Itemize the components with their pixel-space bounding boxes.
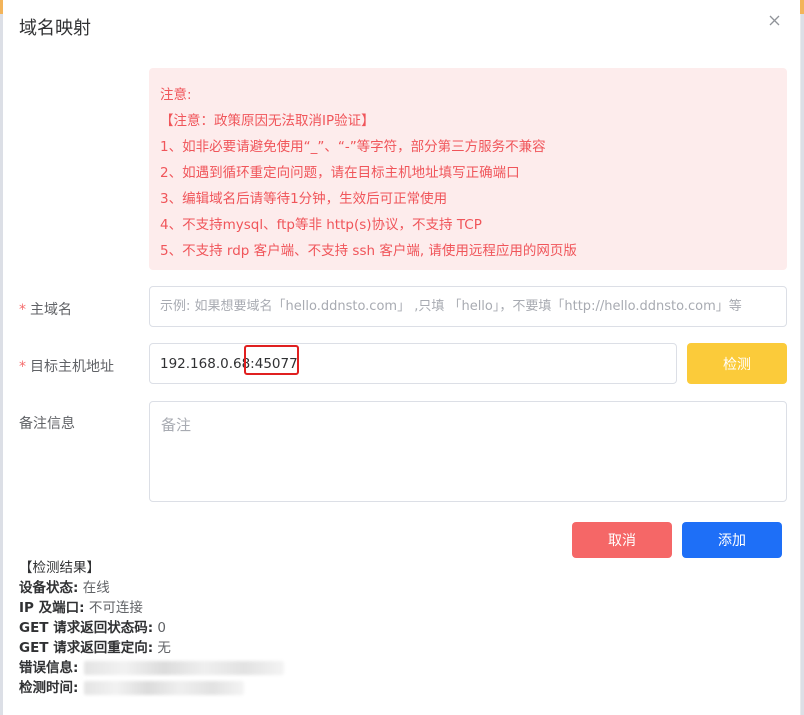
result-title: 【检测结果】 xyxy=(19,560,100,576)
notice-line: 3、编辑域名后请等待1分钟，生效后可正常使用 xyxy=(160,191,448,207)
result-key: 设备状态: xyxy=(19,580,79,596)
result-row-device-status: 设备状态: 在线 xyxy=(19,578,284,598)
result-key: IP 及端口: xyxy=(19,600,85,616)
check-button[interactable]: 检测 xyxy=(687,343,787,384)
detection-result: 【检测结果】 设备状态: 在线 IP 及端口: 不可连接 GET 请求返回状态码… xyxy=(19,558,285,698)
result-key: GET 请求返回状态码: xyxy=(19,620,154,636)
required-mark: * xyxy=(19,359,26,375)
close-button[interactable] xyxy=(764,10,784,30)
result-row-redirect: GET 请求返回重定向: 无 xyxy=(19,638,284,658)
add-button[interactable]: 添加 xyxy=(682,522,782,558)
notice-line: 注意: xyxy=(160,87,192,103)
domain-label: * 主域名 xyxy=(19,299,72,319)
host-input[interactable] xyxy=(149,343,677,384)
result-value: 在线 xyxy=(82,580,110,596)
notice-line: 1、如非必要请避免使用“_”、“-”等字符，部分第三方服务不兼容 xyxy=(160,139,546,155)
result-value: 无 xyxy=(157,640,171,656)
notice-line: 5、不支持 rdp 客户端、不支持 ssh 客户端, 请使用远程应用的网页版 xyxy=(160,243,577,259)
close-icon xyxy=(769,15,779,25)
result-row-ip-port: IP 及端口: 不可连接 xyxy=(19,598,284,618)
required-mark: * xyxy=(19,302,26,318)
result-value: 不可连接 xyxy=(88,600,143,616)
dialog-title: 域名映射 xyxy=(19,18,91,39)
result-key: GET 请求返回重定向: xyxy=(19,640,154,656)
result-key: 错误信息: xyxy=(19,660,79,676)
remark-textarea[interactable] xyxy=(149,401,787,502)
notice-line: 【注意：政策原因无法取消IP验证】 xyxy=(160,113,375,129)
host-label-text: 目标主机地址 xyxy=(30,359,114,375)
remark-label: 备注信息 xyxy=(19,413,75,433)
result-row-check-time: 检测时间: xyxy=(19,678,284,698)
result-value: 0 xyxy=(157,620,167,636)
notice-line: 2、如遇到循环重定向问题，请在目标主机地址填写正确端口 xyxy=(160,165,520,181)
host-label: * 目标主机地址 xyxy=(19,356,114,376)
notice-box: 注意: 【注意：政策原因无法取消IP验证】 1、如非必要请避免使用“_”、“-”… xyxy=(149,68,787,270)
domain-input[interactable] xyxy=(149,286,787,327)
redacted-value xyxy=(84,681,245,695)
cancel-button[interactable]: 取消 xyxy=(572,522,672,558)
redacted-value xyxy=(84,661,285,675)
remark-label-text: 备注信息 xyxy=(19,416,75,432)
domain-label-text: 主域名 xyxy=(30,302,72,318)
domain-mapping-dialog: 域名映射 注意: 【注意：政策原因无法取消IP验证】 1、如非必要请避免使用“_… xyxy=(3,0,800,715)
result-key: 检测时间: xyxy=(19,680,79,696)
notice-line: 4、不支持mysql、ftp等非 http(s)协议，不支持 TCP xyxy=(160,217,482,233)
result-row-status-code: GET 请求返回状态码: 0 xyxy=(19,618,284,638)
result-row-error-info: 错误信息: xyxy=(19,658,285,678)
